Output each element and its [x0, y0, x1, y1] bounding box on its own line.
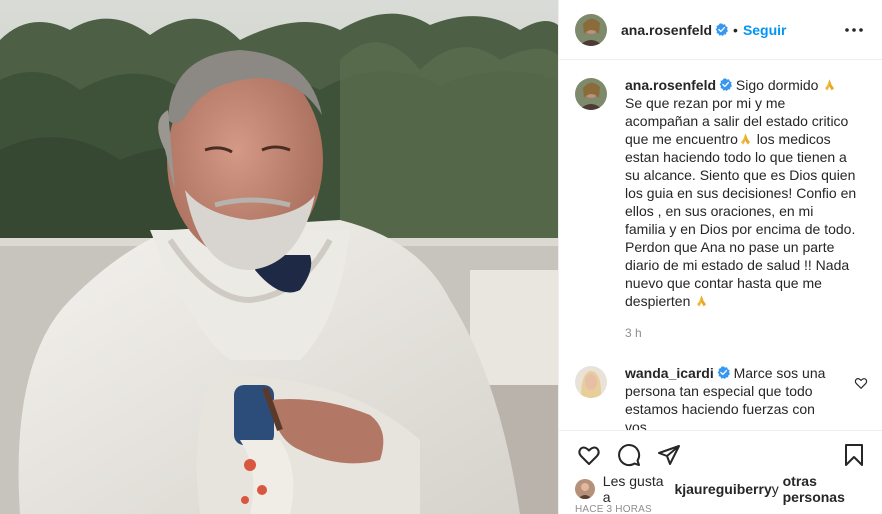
post-caption: ana.rosenfeld Sigo dormido Se que rezan … — [575, 76, 866, 342]
verified-badge-icon — [715, 23, 729, 36]
post-header: ana.rosenfeld • Seguir — [559, 0, 882, 60]
commenter-avatar[interactable] — [575, 366, 607, 398]
comment-like-heart-icon[interactable] — [854, 376, 868, 390]
comment-bubble-icon[interactable] — [609, 435, 649, 475]
caption-timestamp[interactable]: 3 h — [625, 324, 857, 342]
likes-summary: Les gusta a kjaureguiberry y otras perso… — [575, 473, 882, 505]
folded-hands-emoji — [825, 79, 835, 91]
folded-hands-emoji — [697, 295, 707, 307]
caption-text-1: Sigo dormido — [735, 77, 823, 93]
verified-badge-icon — [719, 78, 733, 91]
more-options-icon[interactable] — [842, 18, 866, 42]
liker-avatar[interactable] — [575, 479, 595, 499]
verified-badge-icon — [717, 366, 730, 379]
caption-body: ana.rosenfeld Sigo dormido Se que rezan … — [625, 76, 857, 342]
author-avatar[interactable] — [575, 13, 607, 46]
post-side-panel: ana.rosenfeld • Seguir ana.rosenfeld Sig… — [558, 0, 882, 514]
likes-prefix: Les gusta a — [602, 473, 664, 505]
caption-text-3: los medicos estan haciendo todo lo que t… — [625, 131, 857, 309]
paper-plane-icon[interactable] — [649, 435, 689, 475]
instagram-post: ana.rosenfeld • Seguir ana.rosenfeld Sig… — [0, 0, 882, 514]
folded-hands-emoji — [740, 133, 750, 145]
follow-button[interactable]: Seguir — [743, 22, 787, 38]
action-bar — [559, 430, 882, 478]
author-username[interactable]: ana.rosenfeld — [621, 22, 712, 38]
post-photo[interactable] — [0, 0, 558, 514]
comment-body: wanda_icardi Marce sos una persona tan e… — [625, 364, 835, 430]
commenter-username[interactable]: wanda_icardi — [625, 365, 714, 381]
separator-dot: • — [733, 21, 738, 38]
comments-list[interactable]: ana.rosenfeld Sigo dormido Se que rezan … — [559, 60, 882, 430]
photo-man-in-white-robe — [0, 0, 558, 514]
caption-username[interactable]: ana.rosenfeld — [625, 77, 716, 93]
heart-icon[interactable] — [569, 435, 609, 475]
post-timestamp[interactable]: HACE 3 HORAS — [575, 504, 652, 514]
caption-author-avatar[interactable] — [575, 78, 607, 110]
likes-middle: y — [771, 481, 779, 497]
bookmark-icon[interactable] — [834, 435, 874, 475]
liker-username[interactable]: kjaureguiberry — [674, 481, 771, 497]
likes-others-link[interactable]: otras personas — [783, 473, 882, 505]
comment-item: wanda_icardi Marce sos una persona tan e… — [575, 364, 868, 430]
